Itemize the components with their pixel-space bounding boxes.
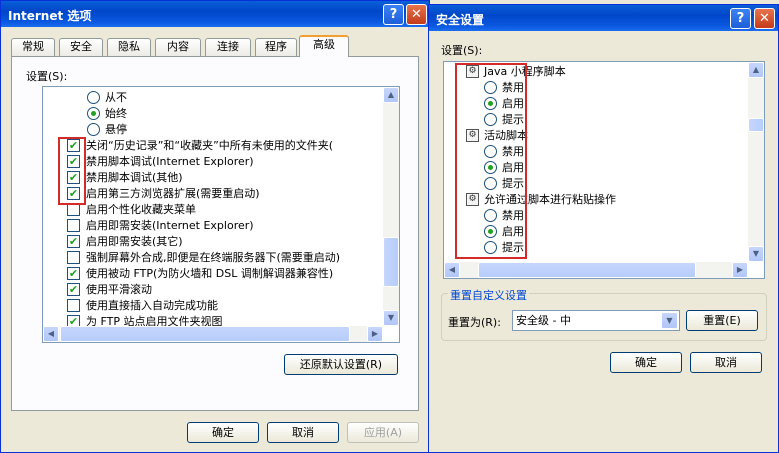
setting-label: 使用直接插入自动完成功能 bbox=[86, 299, 218, 312]
setting-row[interactable]: ✔ 关闭“历史记录”和“收藏夹”中所有未使用的文件夹( bbox=[67, 138, 387, 154]
title-bar[interactable]: Internet 选项 ? ✕ bbox=[1, 1, 429, 27]
scroll-down-button[interactable]: ▼ bbox=[748, 246, 764, 262]
setting-row[interactable]: ✔ 禁用脚本调试(其他) bbox=[67, 170, 387, 186]
select-value: 安全级 - 中 bbox=[516, 314, 571, 327]
internet-options-window: Internet 选项 ? ✕ 常规 安全 隐私 内容 连接 程序 高级 设置(… bbox=[0, 0, 430, 453]
tab-advanced[interactable]: 高级 bbox=[299, 35, 349, 57]
reset-button[interactable]: 重置(E) bbox=[686, 310, 758, 331]
checkbox[interactable] bbox=[67, 299, 80, 312]
advanced-panel: 设置(S): 从不 始终 悬停 ✔ 关闭“历史记录”和“收藏夹”中所有未使用的文… bbox=[11, 56, 419, 411]
scroll-up-button[interactable]: ▲ bbox=[383, 87, 399, 103]
setting-label: 强制屏幕外合成,即便是在终端服务器下(需要重启动) bbox=[86, 251, 341, 264]
horizontal-scrollbar[interactable]: ◀ ▶ bbox=[43, 326, 383, 342]
security-settings-window: 安全设置 ? ✕ 设置(S): ⚙ Java 小程序脚本 禁用 启用 提示 ⚙ … bbox=[428, 4, 779, 453]
close-button[interactable]: ✕ bbox=[406, 4, 427, 25]
tab-programs[interactable]: 程序 bbox=[255, 38, 297, 56]
setting-row[interactable]: 始终 bbox=[87, 106, 377, 122]
checkbox[interactable]: ✔ bbox=[67, 267, 80, 280]
setting-label: 启用个性化收藏夹菜单 bbox=[86, 203, 196, 216]
setting-label: 启用即需安装(其它) bbox=[86, 235, 183, 248]
setting-row[interactable]: ✔ 使用被动 FTP(为防火墙和 DSL 调制解调器兼容性) bbox=[67, 266, 387, 282]
close-button[interactable]: ✕ bbox=[754, 8, 775, 29]
setting-label: 始终 bbox=[105, 107, 127, 120]
tab-security[interactable]: 安全 bbox=[59, 38, 103, 56]
window-title: Internet 选项 bbox=[8, 9, 92, 23]
scroll-up-button[interactable]: ▲ bbox=[748, 62, 764, 78]
setting-row[interactable]: 启用即需安装(Internet Explorer) bbox=[67, 218, 387, 234]
scroll-thumb[interactable] bbox=[748, 118, 764, 132]
setting-label: 关闭“历史记录”和“收藏夹”中所有未使用的文件夹( bbox=[86, 139, 334, 152]
scroll-left-button[interactable]: ◀ bbox=[444, 262, 460, 278]
window-title: 安全设置 bbox=[436, 13, 485, 27]
scroll-down-button[interactable]: ▼ bbox=[383, 310, 399, 326]
tab-privacy[interactable]: 隐私 bbox=[107, 38, 151, 56]
reset-level-select[interactable]: 安全级 - 中 ▼ bbox=[512, 310, 680, 331]
radio-button[interactable] bbox=[87, 107, 100, 120]
setting-row[interactable]: ✔ 启用即需安装(其它) bbox=[67, 234, 387, 250]
restore-defaults-button[interactable]: 还原默认设置(R) bbox=[284, 354, 398, 375]
cancel-button[interactable]: 取消 bbox=[690, 352, 762, 373]
title-bar[interactable]: 安全设置 ? ✕ bbox=[429, 5, 778, 31]
scroll-thumb[interactable] bbox=[60, 326, 350, 342]
setting-row[interactable]: ✔ 使用平滑滚动 bbox=[67, 282, 387, 298]
setting-row[interactable]: ✔ 启用第三方浏览器扩展(需要重启动) bbox=[67, 186, 387, 202]
reset-custom-settings-group: 重置自定义设置 重置为(R): 安全级 - 中 ▼ 重置(E) bbox=[441, 287, 767, 341]
reset-to-label: 重置为(R): bbox=[448, 316, 501, 329]
setting-label: 启用第三方浏览器扩展(需要重启动) bbox=[86, 187, 260, 200]
setting-label: 使用被动 FTP(为防火墙和 DSL 调制解调器兼容性) bbox=[86, 267, 334, 280]
checkbox[interactable] bbox=[67, 251, 80, 264]
setting-label: 悬停 bbox=[105, 123, 127, 136]
setting-row[interactable]: 强制屏幕外合成,即便是在终端服务器下(需要重启动) bbox=[67, 250, 387, 266]
tab-content[interactable]: 内容 bbox=[155, 38, 201, 56]
cancel-button[interactable]: 取消 bbox=[267, 422, 339, 443]
setting-label: 从不 bbox=[105, 91, 127, 104]
radio-button[interactable] bbox=[87, 91, 100, 104]
scroll-right-button[interactable]: ▶ bbox=[367, 326, 383, 342]
highlight-box bbox=[455, 63, 527, 259]
help-button[interactable]: ? bbox=[730, 8, 751, 29]
ok-button[interactable]: 确定 bbox=[610, 352, 682, 373]
setting-row[interactable]: ✔ 禁用脚本调试(Internet Explorer) bbox=[67, 154, 387, 170]
highlight-box bbox=[58, 137, 86, 205]
setting-label: 禁用脚本调试(其他) bbox=[86, 171, 183, 184]
setting-label: 使用平滑滚动 bbox=[86, 283, 152, 296]
radio-button[interactable] bbox=[87, 123, 100, 136]
checkbox[interactable] bbox=[67, 219, 80, 232]
settings-label: 设置(S): bbox=[26, 70, 68, 83]
chevron-down-icon[interactable]: ▼ bbox=[661, 312, 678, 329]
help-button[interactable]: ? bbox=[383, 4, 404, 25]
ok-button[interactable]: 确定 bbox=[187, 422, 259, 443]
checkbox[interactable]: ✔ bbox=[67, 283, 80, 296]
vertical-scrollbar[interactable]: ▲ ▼ bbox=[383, 87, 399, 326]
settings-label: 设置(S): bbox=[441, 44, 483, 57]
scroll-thumb[interactable] bbox=[383, 237, 399, 287]
setting-label: 启用即需安装(Internet Explorer) bbox=[86, 219, 254, 232]
advanced-settings-list[interactable]: 从不 始终 悬停 ✔ 关闭“历史记录”和“收藏夹”中所有未使用的文件夹( ✔ 禁… bbox=[42, 86, 400, 343]
setting-row[interactable]: 启用个性化收藏夹菜单 bbox=[67, 202, 387, 218]
setting-row[interactable]: 从不 bbox=[87, 90, 377, 106]
setting-row[interactable]: 使用直接插入自动完成功能 bbox=[67, 298, 387, 314]
tab-general[interactable]: 常规 bbox=[11, 38, 55, 56]
apply-button[interactable]: 应用(A) bbox=[347, 422, 419, 443]
tab-connections[interactable]: 连接 bbox=[205, 38, 251, 56]
scroll-left-button[interactable]: ◀ bbox=[43, 326, 59, 342]
checkbox[interactable]: ✔ bbox=[67, 235, 80, 248]
scroll-thumb[interactable] bbox=[478, 262, 696, 278]
group-title: 重置自定义设置 bbox=[448, 287, 529, 303]
setting-label: 禁用脚本调试(Internet Explorer) bbox=[86, 155, 254, 168]
setting-row[interactable]: 悬停 bbox=[87, 122, 377, 138]
vertical-scrollbar[interactable]: ▲ ▼ bbox=[748, 62, 764, 262]
scroll-right-button[interactable]: ▶ bbox=[732, 262, 748, 278]
horizontal-scrollbar[interactable]: ◀ ▶ bbox=[444, 262, 748, 278]
